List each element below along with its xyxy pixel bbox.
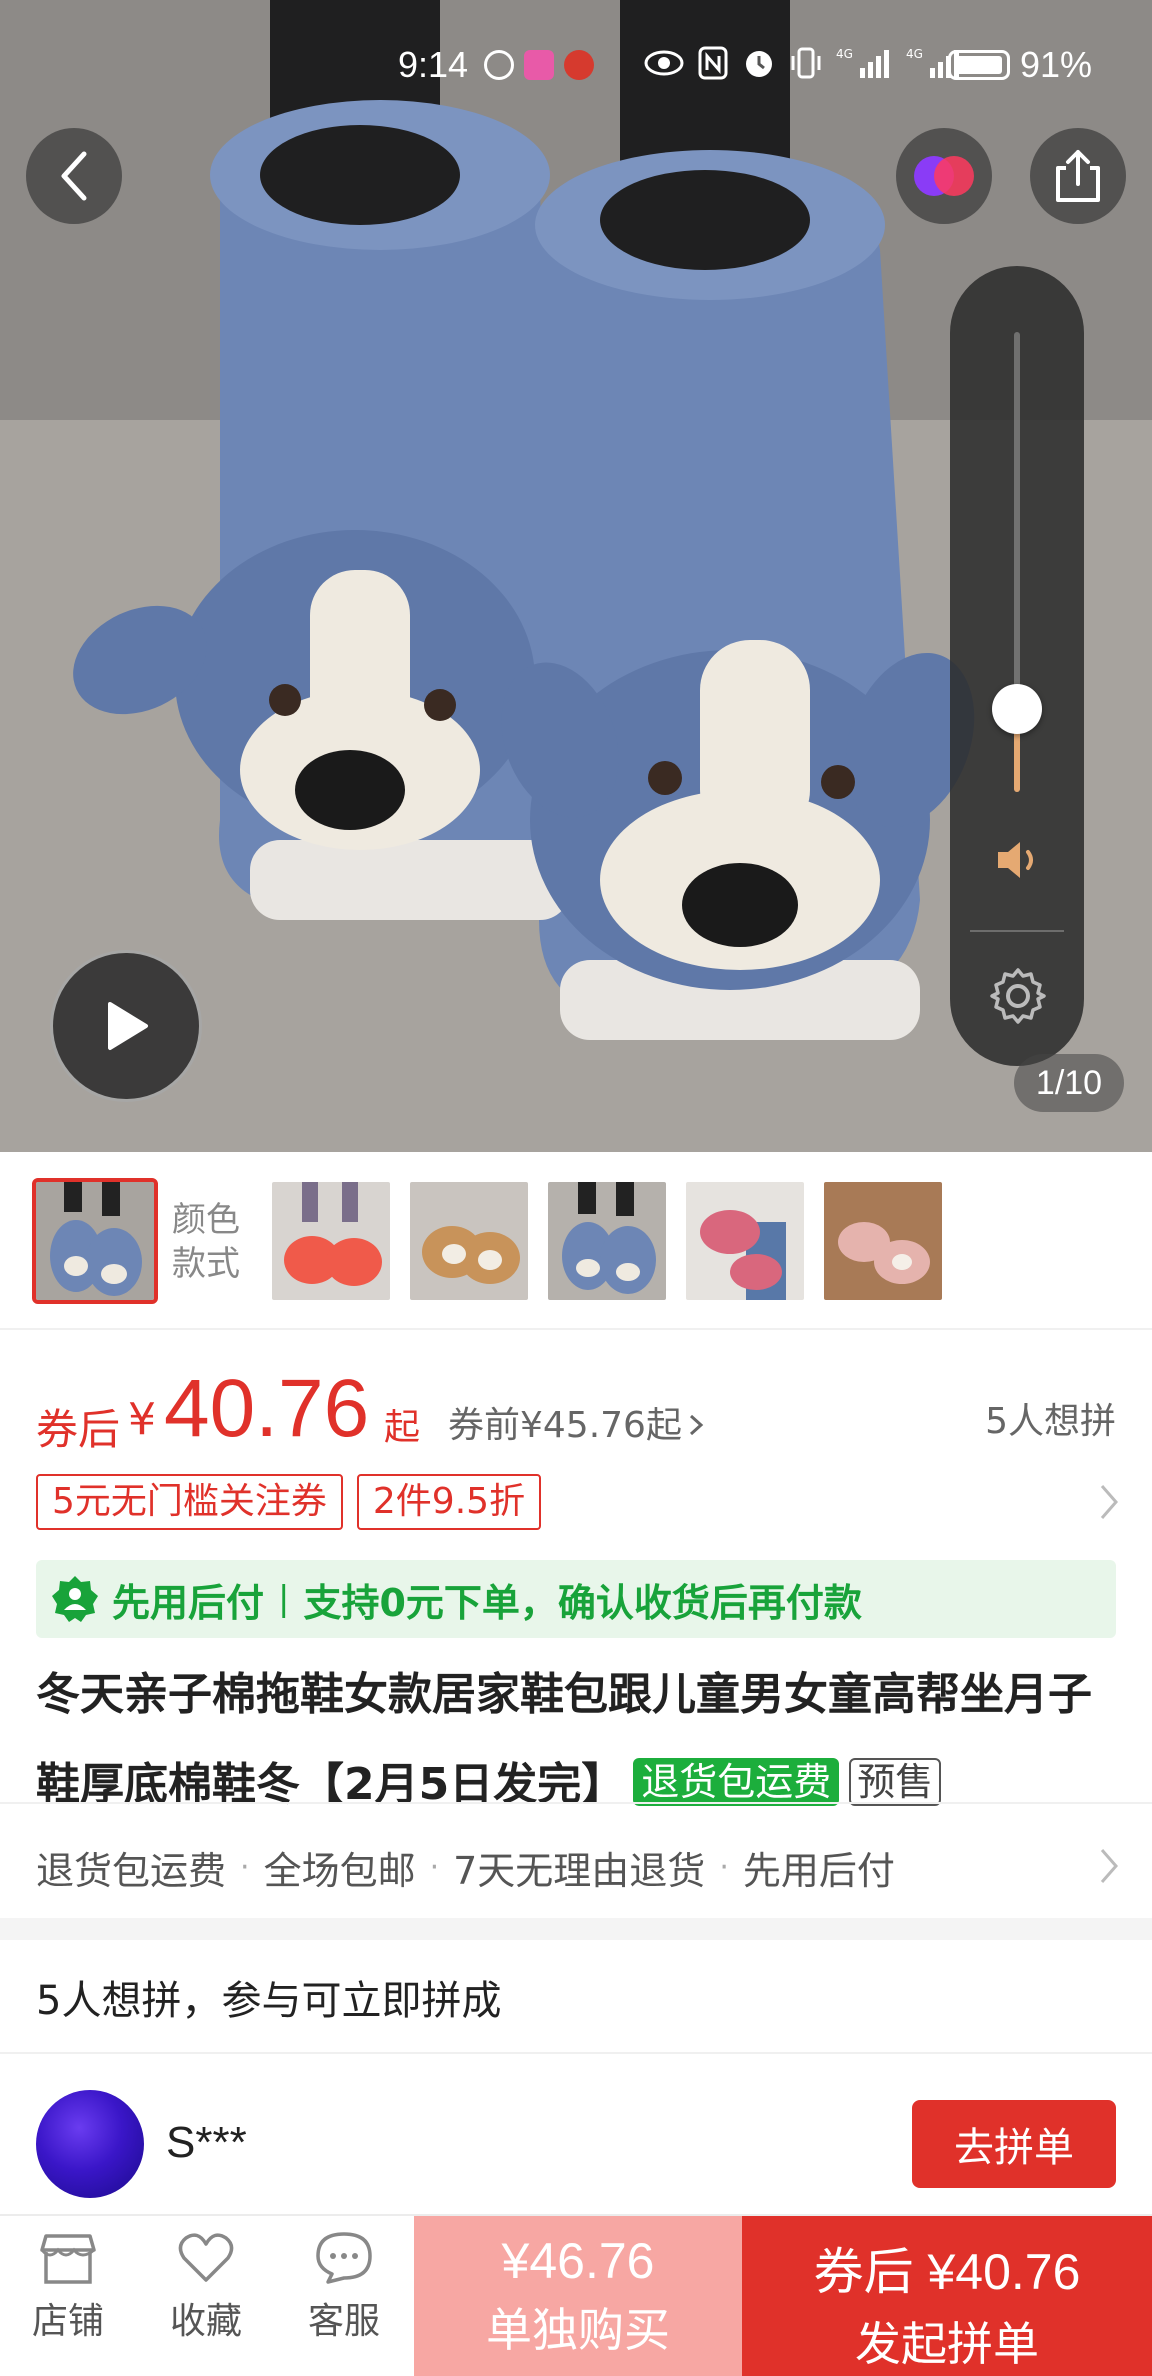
service-label: 客服 bbox=[307, 2301, 380, 2342]
service-item: 全场包邮 bbox=[263, 1849, 416, 1893]
favorite-label: 收藏 bbox=[169, 2301, 242, 2342]
chevron-right-icon bbox=[689, 1414, 704, 1436]
join-group-button[interactable]: 去拼单 bbox=[912, 2100, 1116, 2188]
pay-later-badge-icon bbox=[52, 1576, 98, 1622]
thumbnail-1[interactable] bbox=[32, 1178, 158, 1304]
wechat-icon bbox=[484, 50, 514, 80]
speaker-icon[interactable] bbox=[994, 838, 1042, 882]
presale-tag: 预售 bbox=[849, 1758, 942, 1806]
store-icon bbox=[40, 2234, 96, 2284]
service-item: 退货包运费 bbox=[36, 1849, 227, 1893]
battery-indicator: 91% bbox=[947, 44, 1092, 86]
thumbnail-3[interactable] bbox=[410, 1182, 528, 1300]
chevron-right-icon bbox=[1100, 1849, 1118, 1883]
overlap-circles-icon bbox=[914, 156, 974, 196]
app-notification-icon bbox=[524, 50, 554, 80]
free-return-tag: 退货包运费 bbox=[633, 1758, 840, 1806]
favorite-button[interactable]: 收藏 bbox=[146, 2230, 266, 2344]
volume-panel bbox=[950, 266, 1084, 1066]
volume-slider-knob[interactable] bbox=[992, 684, 1042, 734]
pay-after-banner[interactable]: 先用后付 | 支持0元下单，确认收货后再付款 bbox=[36, 1560, 1116, 1638]
share-icon bbox=[1056, 150, 1100, 202]
coupon-tag[interactable]: 5元无门槛关注券 bbox=[36, 1474, 343, 1530]
bottom-action-bar: 店铺 收藏 客服 ¥46.76 单独购买 券后 ¥40.76 发起拼单 bbox=[0, 2214, 1152, 2376]
chevron-right-icon[interactable] bbox=[1096, 1480, 1122, 1524]
image-counter: 1/10 bbox=[1014, 1054, 1124, 1112]
thumbnail-image bbox=[410, 1182, 528, 1300]
pay-after-separator: | bbox=[278, 1579, 290, 1619]
price-amount: 40.76 bbox=[164, 1363, 370, 1454]
eye-icon bbox=[644, 50, 684, 76]
group-label: 发起拼单 bbox=[855, 2317, 1039, 2371]
thumbnail-image bbox=[548, 1182, 666, 1300]
bank-app-icon bbox=[564, 50, 594, 80]
service-list: 退货包运费 · 全场包邮 · 7天无理由退货 · 先用后付 bbox=[36, 1840, 895, 1895]
svg-text:4G: 4G bbox=[836, 47, 853, 61]
thumbnail-4[interactable] bbox=[548, 1182, 666, 1300]
coupon-list[interactable]: 5元无门槛关注券 2件9.5折 bbox=[36, 1474, 542, 1530]
thumbnail-2[interactable] bbox=[272, 1182, 390, 1300]
group-buy-heading: 5人想拼，参与可立即拼成 bbox=[36, 1978, 502, 2024]
store-button[interactable]: 店铺 bbox=[8, 2230, 128, 2344]
pre-coupon-price: 券前¥45.76起 bbox=[448, 1405, 682, 1446]
solo-price: ¥46.76 bbox=[501, 2233, 655, 2289]
service-dot: · bbox=[240, 1850, 250, 1885]
service-item: 先用后付 bbox=[742, 1849, 895, 1893]
thumbnail-image bbox=[686, 1182, 804, 1300]
chat-icon bbox=[316, 2232, 372, 2284]
group-price: 券后 ¥40.76 bbox=[813, 2244, 1081, 2300]
system-icons: 4G 4G bbox=[644, 46, 962, 80]
service-item: 7天无理由退货 bbox=[453, 1849, 706, 1893]
price-prefix: 券后 bbox=[36, 1405, 121, 1454]
solo-label: 单独购买 bbox=[486, 2303, 670, 2357]
price-row: 券后 ¥ 40.76 起 券前¥45.76起 5人想拼 bbox=[36, 1362, 1116, 1462]
thumbnail-image bbox=[272, 1182, 390, 1300]
chevron-left-icon bbox=[61, 151, 87, 201]
nfc-icon bbox=[698, 46, 728, 80]
gear-icon[interactable] bbox=[988, 966, 1048, 1026]
volume-divider bbox=[970, 930, 1064, 932]
signal-icon-1: 4G bbox=[836, 47, 889, 78]
service-dot: · bbox=[719, 1850, 729, 1885]
thumbnail-6[interactable] bbox=[824, 1182, 942, 1300]
color-style-label[interactable]: 颜色款式 bbox=[172, 1198, 252, 1286]
pay-after-title: 先用后付 bbox=[112, 1580, 265, 1625]
service-guarantees[interactable]: 退货包运费 · 全场包邮 · 7天无理由退货 · 先用后付 bbox=[0, 1802, 1152, 1918]
start-group-button[interactable]: 券后 ¥40.76 发起拼单 bbox=[742, 2216, 1152, 2376]
pre-coupon-price-link[interactable]: 券前¥45.76起 bbox=[448, 1396, 706, 1448]
thumbnail-image bbox=[36, 1182, 154, 1300]
want-count: 5人想拼 bbox=[985, 1401, 1116, 1442]
coupon-tag[interactable]: 2件9.5折 bbox=[356, 1474, 542, 1530]
service-dot: · bbox=[429, 1850, 440, 1885]
back-button[interactable] bbox=[26, 128, 122, 224]
brand-button[interactable] bbox=[896, 128, 992, 224]
section-separator bbox=[0, 1918, 1152, 1940]
thumbnail-5[interactable] bbox=[686, 1182, 804, 1300]
store-label: 店铺 bbox=[31, 2301, 104, 2342]
product-image-carousel[interactable]: 9:14 4G 4G 91% 1/10 bbox=[0, 0, 1152, 1152]
price-suffix: 起 bbox=[384, 1407, 421, 1448]
battery-percent: 91% bbox=[1019, 44, 1092, 85]
vibrate-icon bbox=[791, 47, 821, 79]
alarm-icon bbox=[746, 51, 772, 77]
notification-icons bbox=[484, 50, 594, 80]
heart-icon bbox=[178, 2233, 234, 2282]
variant-thumbnails: 颜色款式 bbox=[0, 1152, 1152, 1330]
thumbnail-image bbox=[824, 1182, 942, 1300]
status-time: 9:14 bbox=[398, 44, 469, 85]
share-button[interactable] bbox=[1030, 128, 1126, 224]
play-icon bbox=[108, 1002, 148, 1050]
customer-service-button[interactable]: 客服 bbox=[284, 2230, 404, 2344]
group-user-name: S*** bbox=[166, 2118, 247, 2167]
divider bbox=[0, 2052, 1152, 2054]
battery-icon bbox=[947, 50, 1010, 80]
pay-after-desc: 支持0元下单，确认收货后再付款 bbox=[303, 1580, 862, 1625]
buy-alone-button[interactable]: ¥46.76 单独购买 bbox=[414, 2216, 742, 2376]
avatar bbox=[36, 2090, 144, 2198]
status-bar: 9:14 4G 4G 91% bbox=[0, 0, 1152, 130]
price-currency: ¥ bbox=[128, 1394, 156, 1445]
play-video-button[interactable] bbox=[50, 950, 202, 1102]
svg-text:4G: 4G bbox=[906, 47, 923, 61]
